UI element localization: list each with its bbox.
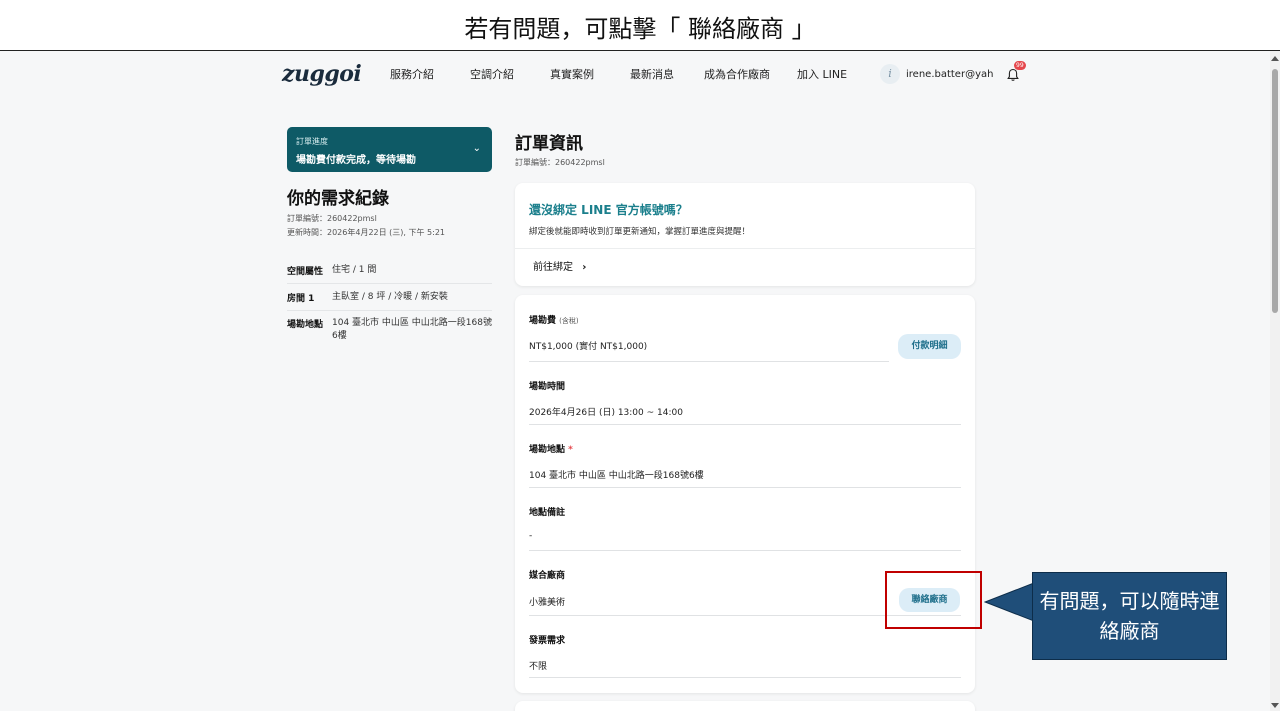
nav-item-cases[interactable]: 真實案例: [532, 66, 612, 82]
location-note-label: 地點備註: [529, 508, 566, 518]
line-binding-card: 還沒綁定 LINE 官方帳號嗎？ 綁定後就能即時收到訂單更新通知，掌握訂單進度與…: [515, 183, 975, 286]
scroll-down-icon[interactable]: [1271, 703, 1279, 708]
notification-badge: 99: [1014, 61, 1026, 70]
request-updated-time: 更新時間：2026年4月22日 (三), 下午 5:21: [287, 228, 446, 237]
callout-box: 有問題，可以隨時連絡廠商: [1032, 572, 1227, 660]
invoice-label: 發票需求: [529, 636, 566, 646]
order-info-title: 訂單資訊: [515, 134, 583, 154]
callout-pointer: [984, 582, 1034, 622]
top-nav: zuggoi 服務介紹 空調介紹 真實案例 最新消息 成為合作廠商 加入 LIN…: [282, 59, 1026, 89]
order-number: 訂單編號：260422pmsl: [515, 158, 605, 167]
fee-label: 場勘費 (含稅): [529, 313, 579, 326]
info-value: 主臥室 / 8 坪 / 冷暖 / 新安裝: [332, 292, 448, 302]
divider: [287, 310, 492, 311]
bind-line-label: 前往綁定: [533, 262, 573, 273]
fee-value: NT$1,000 (實付 NT$1,000): [529, 342, 648, 352]
scroll-thumb[interactable]: [1272, 69, 1278, 313]
info-key: 房間 1: [287, 294, 315, 304]
user-menu[interactable]: i irene.batter@yah…: [880, 64, 994, 84]
invoice-value: 不限: [529, 662, 548, 672]
info-row-location: 場勘地點 104 臺北市 中山區 中山北路一段168號6樓: [287, 317, 492, 343]
divider: [529, 677, 961, 678]
nav-item-line[interactable]: 加入 LINE: [782, 66, 862, 82]
divider: [515, 248, 975, 249]
next-card: [515, 701, 975, 711]
vendor-label: 媒合廠商: [529, 571, 566, 581]
info-row-room: 房間 1 主臥室 / 8 坪 / 冷暖 / 新安裝: [287, 291, 492, 304]
nav-item-news[interactable]: 最新消息: [612, 66, 692, 82]
order-progress-dropdown[interactable]: 訂單進度 場勘費付款完成，等待場勘 ⌄: [287, 127, 492, 172]
vendor-value: 小雅美術: [529, 598, 566, 608]
nav-item-services[interactable]: 服務介紹: [372, 66, 452, 82]
line-card-title: 還沒綁定 LINE 官方帳號嗎？: [529, 203, 688, 217]
progress-label: 訂單進度: [296, 137, 328, 146]
info-value: 住宅 / 1 間: [332, 265, 377, 275]
chevron-right-icon: ›: [582, 262, 587, 273]
info-key: 空間屬性: [287, 267, 324, 277]
order-detail-card: 場勘費 (含稅) NT$1,000 (實付 NT$1,000) 付款明細 場勘時…: [515, 295, 975, 693]
avatar: i: [880, 64, 900, 84]
survey-location-value: 104 臺北市 中山區 中山北路一段168號6樓: [529, 471, 704, 481]
survey-time-label: 場勘時間: [529, 382, 566, 392]
survey-location-label: 場勘地點 *: [529, 442, 573, 455]
divider: [529, 361, 889, 362]
info-row-space: 空間屬性 住宅 / 1 間: [287, 264, 492, 277]
location-note-value: -: [529, 531, 533, 541]
nav-item-partner[interactable]: 成為合作廠商: [692, 66, 782, 82]
bind-line-link[interactable]: 前往綁定 ›: [533, 258, 586, 273]
survey-time-value: 2026年4月26日 (日) 13:00 ~ 14:00: [529, 408, 683, 418]
line-card-desc: 綁定後就能即時收到訂單更新通知，掌握訂單進度與提醒！: [529, 227, 751, 237]
notification-bell[interactable]: 99: [1006, 61, 1026, 81]
request-order-no: 訂單編號：260422pmsl: [287, 214, 377, 223]
fee-tax-note: (含稅): [559, 317, 579, 325]
divider: [529, 424, 961, 425]
payment-detail-button[interactable]: 付款明細: [898, 334, 961, 359]
fee-label-text: 場勘費: [529, 316, 557, 326]
scroll-up-icon[interactable]: [1271, 56, 1279, 61]
request-meta: 訂單編號：260422pmsl 更新時間：2026年4月22日 (三), 下午 …: [287, 212, 445, 240]
request-record-title: 你的需求紀錄: [287, 189, 389, 209]
page-scrollbar[interactable]: [1270, 51, 1280, 711]
user-name: irene.batter@yah…: [906, 68, 994, 80]
divider: [529, 550, 961, 551]
divider: [287, 283, 492, 284]
slide-title: 若有問題，可點擊「 聯絡廠商 」: [464, 15, 816, 43]
info-key: 場勘地點: [287, 320, 324, 330]
required-mark: *: [568, 445, 573, 455]
logo[interactable]: zuggoi: [282, 61, 372, 87]
highlight-box: [885, 571, 982, 629]
bell-icon: [1007, 68, 1019, 81]
divider: [529, 487, 961, 488]
survey-location-label-text: 場勘地點: [529, 445, 566, 455]
progress-status: 場勘費付款完成，等待場勘: [296, 155, 416, 166]
info-value: 104 臺北市 中山區 中山北路一段168號6樓: [332, 318, 492, 341]
nav-item-ac-intro[interactable]: 空調介紹: [452, 66, 532, 82]
chevron-down-icon: ⌄: [472, 143, 481, 154]
